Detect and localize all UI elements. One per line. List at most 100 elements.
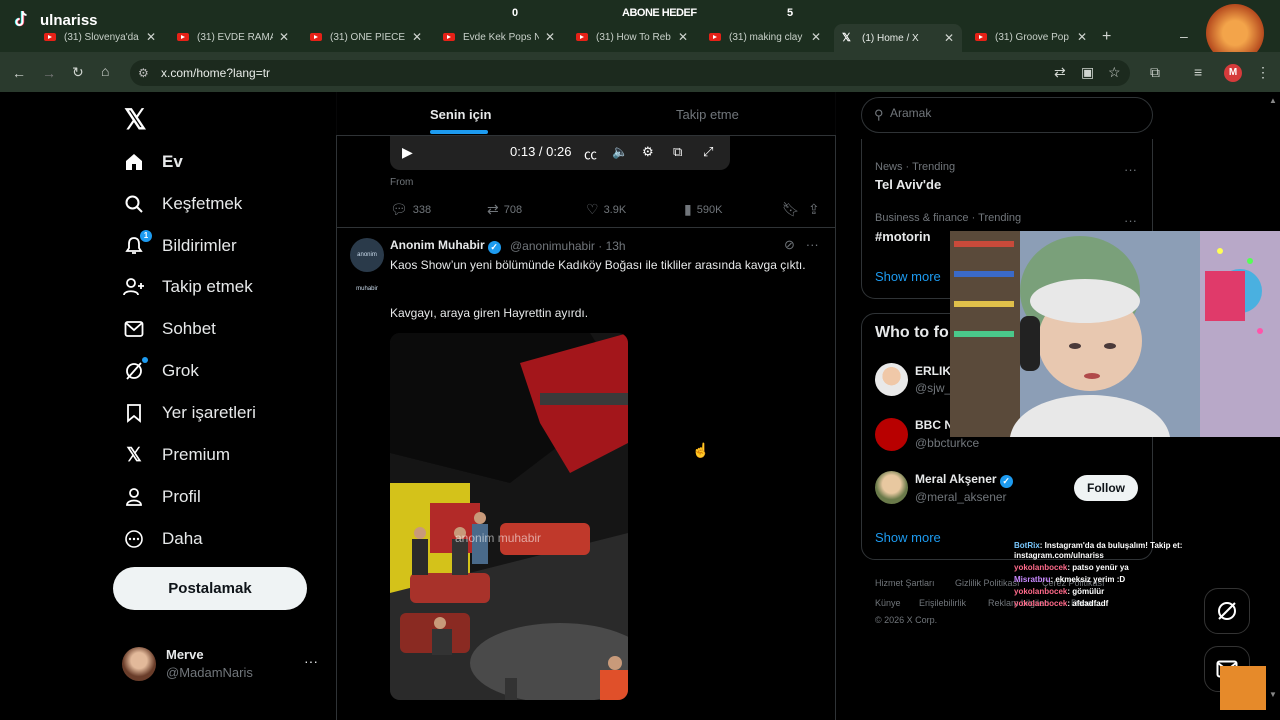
grok-float-button[interactable] xyxy=(1204,588,1250,634)
suggested-name[interactable]: ERLIK xyxy=(915,364,951,378)
views-button[interactable]: ▮ 590K xyxy=(684,201,722,218)
address-bar[interactable] xyxy=(130,60,1130,86)
nav-follow[interactable]: Takip etmek xyxy=(122,273,253,301)
browser-tab[interactable]: (31) making clay ✕ xyxy=(701,26,829,48)
browser-tab[interactable]: (31) ONE PIECE | ✕ xyxy=(302,26,430,48)
reply-button[interactable]: 💬︎ 338 xyxy=(390,201,431,218)
bbc-news-avatar[interactable] xyxy=(875,418,908,451)
more-icon[interactable]: ··· xyxy=(304,653,318,669)
avatar[interactable] xyxy=(875,363,908,396)
nav-bookmarks[interactable]: Yer işaretleri xyxy=(122,399,256,427)
fullscreen-icon[interactable]: ⤢ xyxy=(703,144,713,160)
browser-tab[interactable]: (31) EVDE RAMA ✕ xyxy=(169,26,297,48)
grok-icon[interactable]: ⊘ xyxy=(784,237,795,252)
tab-title: (31) Slovenya'da xyxy=(64,31,139,43)
search-box[interactable]: ⚲ xyxy=(861,97,1153,133)
footer-link[interactable]: Erişilebilirlik xyxy=(919,598,966,608)
browser-tab[interactable]: Evde Kek Pops N ✕ xyxy=(435,26,563,48)
close-tab-icon[interactable]: ✕ xyxy=(412,30,422,44)
nav-grok[interactable]: Grok xyxy=(122,357,199,385)
trend-title[interactable]: Tel Aviv'de xyxy=(875,177,941,192)
nav-premium[interactable]: 𝕏 Premium xyxy=(122,441,230,469)
pip-icon[interactable]: ⧉ xyxy=(673,144,682,160)
nav-chat[interactable]: Sohbet xyxy=(122,315,216,343)
close-tab-icon[interactable]: ✕ xyxy=(944,31,954,45)
nav-profile[interactable]: Profil xyxy=(122,483,201,511)
scroll-down-icon[interactable]: ▼ xyxy=(1269,690,1277,699)
post-top-actions: ⊘ ··· xyxy=(784,237,819,253)
extensions-icon[interactable]: ⧉ xyxy=(1150,64,1160,81)
trends-show-more-link[interactable]: Show more xyxy=(875,269,941,284)
volume-icon[interactable]: 🔈 xyxy=(612,144,628,160)
repost-button[interactable]: ⇄ 708 xyxy=(487,201,522,218)
tab-for-you[interactable]: Senin için xyxy=(430,107,491,122)
settings-icon[interactable]: ⚙ xyxy=(642,144,654,160)
avatar[interactable] xyxy=(875,471,908,504)
feed-tabs: Senin için Takip etme xyxy=(336,92,836,136)
share-button[interactable]: ⇪ xyxy=(808,201,825,218)
browser-tab-active[interactable]: 𝕏 (1) Home / X ✕ xyxy=(834,24,962,52)
close-tab-icon[interactable]: ✕ xyxy=(279,30,289,44)
more-circle-icon xyxy=(122,527,146,551)
search-input[interactable] xyxy=(890,106,1130,120)
author-handle[interactable]: @anonimuhabir xyxy=(510,239,595,253)
more-icon[interactable]: ··· xyxy=(806,237,819,252)
nav-home[interactable]: Ev xyxy=(122,148,183,176)
minimize-icon[interactable]: – xyxy=(1180,28,1188,44)
tab-following[interactable]: Takip etme xyxy=(676,107,739,122)
footer-link[interactable]: Hizmet Şartları xyxy=(875,578,935,588)
more-icon[interactable]: ··· xyxy=(1124,213,1137,228)
who-to-follow-show-more-link[interactable]: Show more xyxy=(875,530,941,545)
nav-more[interactable]: Daha xyxy=(122,525,203,553)
home-page-icon[interactable]: ⌂ xyxy=(101,63,109,79)
suggested-name[interactable]: Meral Akşener ✓ xyxy=(915,472,1013,488)
x-logo-icon[interactable]: 𝕏 xyxy=(124,103,147,136)
webcam-overlay xyxy=(950,231,1280,437)
footer-link[interactable]: Künye xyxy=(875,598,901,608)
browser-menu-icon[interactable]: ⋮ xyxy=(1256,64,1270,81)
scroll-up-icon[interactable]: ▲ xyxy=(1269,96,1277,105)
back-icon[interactable]: ← xyxy=(12,65,26,81)
site-info-icon[interactable]: ⚙ xyxy=(138,66,149,80)
translate-icon[interactable]: ⇄ xyxy=(1054,64,1066,81)
browser-tab[interactable]: (31) Slovenya'da ✕ xyxy=(36,26,164,48)
more-icon[interactable]: ··· xyxy=(1124,162,1137,177)
play-icon[interactable]: ▶ xyxy=(402,144,413,161)
close-tab-icon[interactable]: ✕ xyxy=(678,30,688,44)
post-divider xyxy=(336,227,836,228)
post-author[interactable]: Anonim Muhabir ✓ xyxy=(390,238,501,254)
nav-explore[interactable]: Keşfetmek xyxy=(122,190,242,218)
post-button[interactable]: Postalamak xyxy=(113,567,307,610)
nav-notifications[interactable]: 1 Bildirimler xyxy=(122,230,237,260)
bookmark-button[interactable]: 🔖︎ xyxy=(782,201,805,218)
browser-tab[interactable]: (31) Groove Pop ✕ xyxy=(967,26,1095,48)
suggested-name[interactable]: BBC N xyxy=(915,418,953,432)
post-time[interactable]: 13h xyxy=(606,239,626,253)
follow-button[interactable]: Follow xyxy=(1074,475,1138,501)
captions-icon[interactable]: ㏄ xyxy=(584,144,597,163)
install-app-icon[interactable]: ▣ xyxy=(1081,64,1094,81)
chat-message: : Instagram'da da buluşalım! Takip et: i… xyxy=(1014,541,1183,560)
close-tab-icon[interactable]: ✕ xyxy=(1077,30,1087,44)
reload-icon[interactable]: ↻ xyxy=(72,64,84,81)
browser-tab[interactable]: (31) How To Reb ✕ xyxy=(568,26,696,48)
nav-label: Daha xyxy=(162,529,203,548)
chat-line: BotRix: Instagram'da da buluşalım! Takip… xyxy=(1014,541,1264,561)
post-video[interactable] xyxy=(390,333,628,700)
new-tab-button[interactable]: + xyxy=(1102,28,1111,46)
bookmark-icon xyxy=(122,401,146,425)
tab-title: (31) making clay xyxy=(729,31,803,43)
footer-link[interactable]: Gizlilik Politikası xyxy=(955,578,1020,588)
media-control-icon[interactable]: ≡ xyxy=(1194,64,1202,80)
close-tab-icon[interactable]: ✕ xyxy=(811,30,821,44)
trend-title[interactable]: #motorin xyxy=(875,229,931,244)
close-tab-icon[interactable]: ✕ xyxy=(545,30,555,44)
close-tab-icon[interactable]: ✕ xyxy=(146,30,156,44)
like-button[interactable]: ♡ 3.9K xyxy=(586,201,626,218)
account-switcher[interactable]: Merve @MadamNaris ··· xyxy=(122,645,322,683)
url-text[interactable]: x.com/home?lang=tr xyxy=(161,66,270,80)
bookmark-star-icon[interactable]: ☆ xyxy=(1108,64,1121,81)
forward-icon[interactable]: → xyxy=(42,65,56,81)
post-avatar[interactable]: anonim muhabir xyxy=(350,238,384,292)
browser-profile-avatar[interactable]: M xyxy=(1224,64,1242,82)
